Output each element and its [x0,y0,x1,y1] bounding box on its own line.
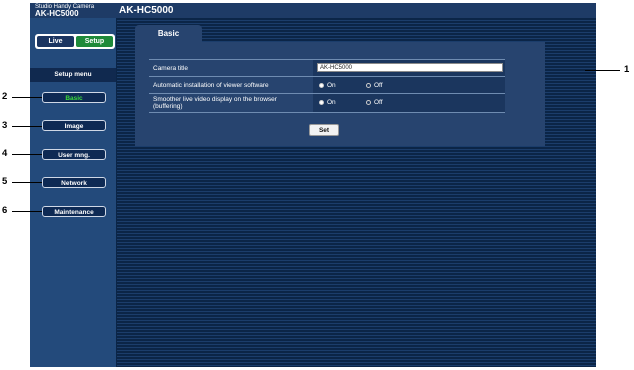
callout-6: 6 [2,205,8,216]
callout-2: 2 [2,91,8,102]
camera-title-label: Camera title [153,65,189,72]
auto-install-label: Automatic installation of viewer softwar… [153,82,269,89]
radio-selected-icon [319,82,324,88]
smoother-row: Smoother live video display on the brows… [149,94,505,113]
settings-table: Camera title AK-HC5000 Automatic install… [149,59,505,113]
auto-install-value-cell: On Off [313,77,505,93]
callout-1: 1 [624,64,630,75]
smoother-on-radio[interactable]: On [319,99,336,106]
app-window: Studio Handy Camera AK-HC5000 AK-HC5000 … [30,3,596,367]
callout-line-2 [12,97,42,98]
settings-panel: Camera title AK-HC5000 Automatic install… [135,42,545,146]
callout-line-1 [585,70,620,71]
sidebar-item-network[interactable]: Network [42,177,106,188]
auto-install-on-label: On [327,82,336,89]
set-button[interactable]: Set [309,124,339,136]
smoother-off-radio[interactable]: Off [366,99,383,106]
callout-4: 4 [2,148,8,159]
smoother-label-line1: Smoother live video display on the brows… [153,96,277,103]
sidebar: Live Setup Setup menu Basic Image User m… [30,18,116,367]
smoother-off-label: Off [374,99,383,106]
smoother-value-cell: On Off [313,94,505,112]
camera-title-row: Camera title AK-HC5000 [149,59,505,77]
tab-basic[interactable]: Basic [135,25,202,42]
auto-install-on-radio[interactable]: On [319,82,336,89]
auto-install-off-radio[interactable]: Off [366,82,383,89]
callout-line-4 [12,154,42,155]
callout-3: 3 [2,120,8,131]
sidebar-item-image[interactable]: Image [42,120,106,131]
camera-title-input[interactable]: AK-HC5000 [317,63,503,72]
camera-title-value-cell: AK-HC5000 [313,60,505,76]
radio-unselected-icon [366,99,371,105]
radio-selected-icon [319,99,324,105]
callout-line-6 [12,211,42,212]
callout-line-5 [12,182,42,183]
setup-button[interactable]: Setup [76,36,113,47]
smoother-on-label: On [327,99,336,106]
sidebar-item-basic[interactable]: Basic [42,92,106,103]
callout-5: 5 [2,176,8,187]
smoother-label: Smoother live video display on the brows… [153,96,277,110]
brand-model: AK-HC5000 [35,9,79,18]
smoother-label-line2: (buffering) [153,103,183,110]
live-setup-toggle: Live Setup [35,34,115,49]
callout-line-3 [12,126,42,127]
setup-menu-heading: Setup menu [30,68,116,82]
page-title: AK-HC5000 [119,5,174,16]
title-bar: Studio Handy Camera AK-HC5000 AK-HC5000 [30,3,596,18]
sidebar-item-user-mng[interactable]: User mng. [42,149,106,160]
radio-unselected-icon [366,82,371,88]
auto-install-row: Automatic installation of viewer softwar… [149,77,505,94]
live-button[interactable]: Live [37,36,74,47]
sidebar-item-maintenance[interactable]: Maintenance [42,206,106,217]
auto-install-off-label: Off [374,82,383,89]
